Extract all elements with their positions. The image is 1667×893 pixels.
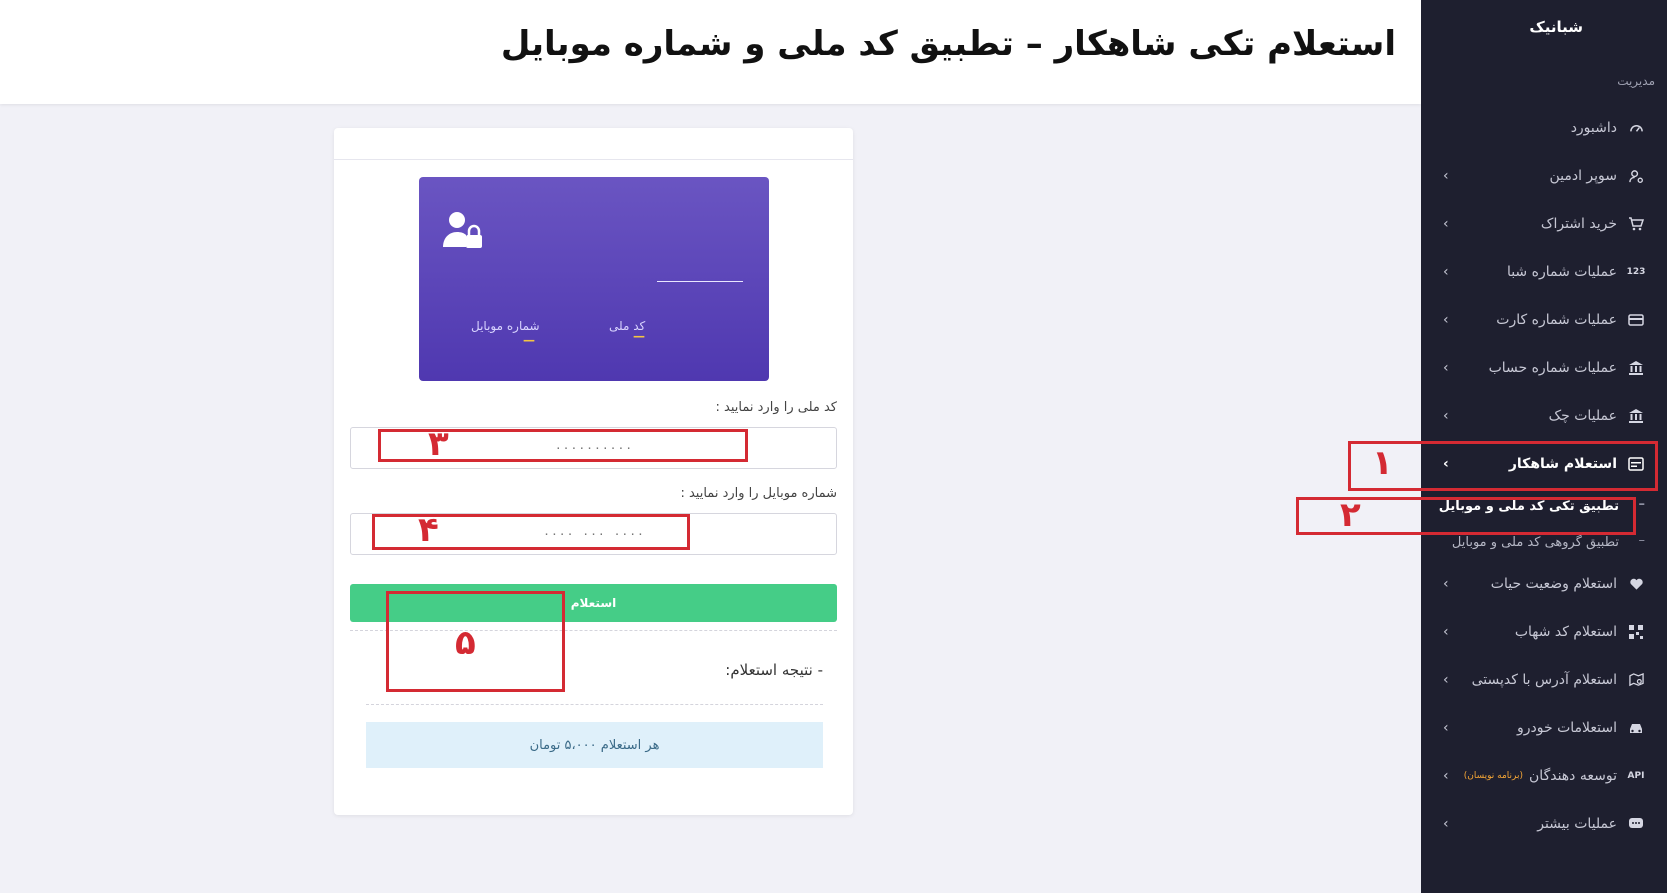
cart-icon — [1627, 215, 1645, 233]
preview-mobile-label: شماره موبایل — [471, 319, 540, 333]
price-note: هر استعلام ۵،۰۰۰ تومان — [366, 722, 823, 768]
annotation-box-1 — [1348, 441, 1658, 491]
chevron-left-icon: › — [1443, 720, 1449, 736]
chevron-left-icon: › — [1443, 216, 1449, 232]
sidebar-item-label: داشبورد — [1570, 120, 1617, 136]
page-title: استعلام تکی شاهکار – تطبیق کد ملی و شمار… — [500, 24, 1396, 64]
sidebar-item-life-status[interactable]: استعلام وضعیت حیات › — [1421, 560, 1667, 608]
heart-icon — [1627, 575, 1645, 593]
preview-national-id-value: — — [633, 329, 645, 343]
numbers-icon: 123 — [1626, 267, 1646, 277]
bank-icon — [1627, 359, 1645, 377]
annotation-number-3: ۳ — [428, 424, 449, 464]
chevron-left-icon: › — [1443, 768, 1449, 784]
qr-code-icon — [1627, 623, 1645, 641]
chevron-left-icon: › — [1443, 672, 1449, 688]
sidebar-item-shahab-code[interactable]: استعلام کد شهاب › — [1421, 608, 1667, 656]
user-cog-icon — [1627, 167, 1645, 185]
dash-icon: – — [1638, 497, 1646, 512]
map-search-icon — [1627, 671, 1645, 689]
sidebar-item-super-admin[interactable]: سوپر ادمین › — [1421, 152, 1667, 200]
brand-logo[interactable]: شبا‌نیک — [1529, 18, 1583, 36]
sidebar-item-label: سوپر ادمین — [1549, 168, 1617, 184]
user-lock-icon — [443, 211, 485, 255]
chevron-left-icon: › — [1443, 816, 1449, 832]
id-preview-card: شماره موبایل — کد ملی — — [419, 177, 769, 381]
sidebar-item-postal-address[interactable]: استعلام آدرس با کدپستی › — [1421, 656, 1667, 704]
preview-divider — [657, 281, 743, 282]
credit-card-icon — [1627, 311, 1645, 329]
chevron-left-icon: › — [1443, 408, 1449, 424]
chevron-left-icon: › — [1443, 624, 1449, 640]
sidebar-item-cheque[interactable]: عملیات چک › — [1421, 392, 1667, 440]
bank-icon — [1627, 407, 1645, 425]
chevron-left-icon: › — [1443, 264, 1449, 280]
sidebar-item-dashboard[interactable]: داشبورد — [1421, 104, 1667, 152]
mobile-label: شماره موبایل را وارد نمایید : — [680, 486, 837, 501]
chevron-left-icon: › — [1443, 576, 1449, 592]
sidebar-item-developers[interactable]: API توسعه دهندگان (برنامه نویسان) › — [1421, 752, 1667, 800]
divider — [366, 704, 823, 705]
chevron-left-icon: › — [1443, 168, 1449, 184]
sidebar-item-label: عملیات شماره حساب — [1488, 360, 1617, 376]
result-label: - نتیجه استعلام: — [725, 661, 823, 679]
card-header — [334, 128, 853, 160]
sidebar-subitem-label: تطبیق گروهی کد ملی و موبایل — [1451, 534, 1619, 550]
car-icon — [1627, 719, 1645, 737]
sidebar-item-label: عملیات شماره کارت — [1496, 312, 1617, 328]
sidebar-item-label: استعلام وضعیت حیات — [1490, 576, 1617, 592]
sidebar-item-more[interactable]: عملیات بیشتر › — [1421, 800, 1667, 848]
preview-mobile-value: — — [523, 333, 535, 347]
chat-dots-icon — [1627, 815, 1645, 833]
sidebar-section-label: مدیریت — [1617, 74, 1655, 88]
sidebar-item-label: عملیات چک — [1548, 408, 1617, 424]
annotation-number-1: ۱ — [1372, 443, 1393, 483]
annotation-number-4: ۴ — [418, 510, 439, 550]
sidebar-item-subscription[interactable]: خرید اشتراک › — [1421, 200, 1667, 248]
sidebar-item-label: خرید اشتراک — [1540, 216, 1617, 232]
top-header: استعلام تکی شاهکار – تطبیق کد ملی و شمار… — [0, 0, 1421, 104]
sidebar-item-label: عملیات بیشتر — [1537, 816, 1617, 832]
sidebar-item-card-number[interactable]: عملیات شماره کارت › — [1421, 296, 1667, 344]
annotation-number-2: ۲ — [1340, 495, 1361, 535]
speedometer-icon — [1627, 119, 1645, 137]
api-icon: API — [1627, 771, 1645, 781]
sidebar-item-label: توسعه دهندگان — [1529, 768, 1617, 784]
sidebar-item-label: استعلام کد شهاب — [1514, 624, 1617, 640]
annotation-number-5: ۵ — [455, 623, 476, 663]
inquiry-card: شماره موبایل — کد ملی — کد ملی را وارد ن… — [334, 128, 853, 815]
national-id-label: کد ملی را وارد نمایید : — [715, 400, 837, 415]
sidebar-item-label: استعلامات خودرو — [1517, 720, 1617, 736]
sidebar-item-label: استعلام آدرس با کدپستی — [1471, 672, 1617, 688]
developers-badge: (برنامه نویسان) — [1463, 771, 1524, 781]
chevron-left-icon: › — [1443, 312, 1449, 328]
sidebar-item-account-number[interactable]: عملیات شماره حساب › — [1421, 344, 1667, 392]
chevron-left-icon: › — [1443, 360, 1449, 376]
sidebar-item-label: عملیات شماره شبا — [1506, 264, 1617, 280]
dash-icon: – — [1638, 533, 1646, 548]
sidebar-item-sheba[interactable]: 123 عملیات شماره شبا › — [1421, 248, 1667, 296]
sidebar-item-vehicle[interactable]: استعلامات خودرو › — [1421, 704, 1667, 752]
